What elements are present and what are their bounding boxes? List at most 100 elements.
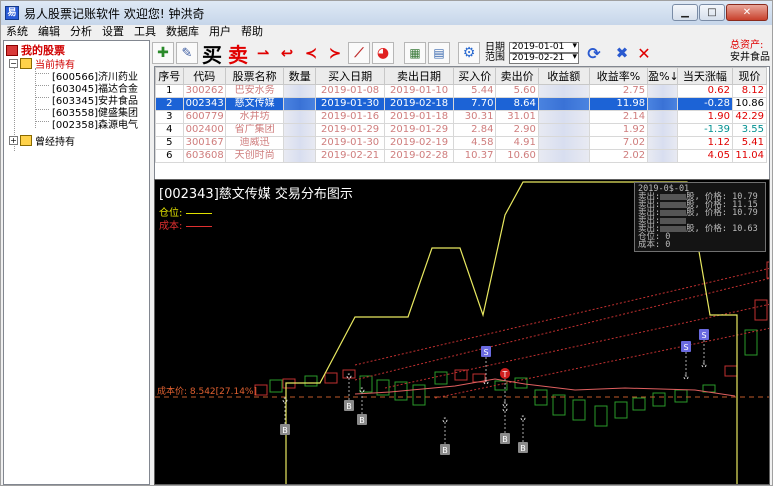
col-header[interactable]: 收益额 bbox=[537, 67, 590, 85]
date-to-select[interactable]: 2019-02-21 bbox=[509, 53, 579, 64]
title-bar[interactable]: 易 易人股票记账软件 欢迎您! 钟洪奇 ▁ □ ✕ bbox=[1, 1, 772, 25]
collapse-icon[interactable]: − bbox=[9, 59, 18, 68]
trade-info-box: 2019-0$-01 卖出: 股, 价格: 10.79 卖出: 股, 价格: 11.… bbox=[634, 182, 766, 252]
table-cell: 11.98 bbox=[588, 97, 649, 111]
sell-marker[interactable]: S bbox=[699, 329, 709, 340]
refresh-button[interactable]: ⟳ bbox=[583, 42, 605, 64]
import-button[interactable]: ▤ bbox=[428, 42, 450, 64]
table-cell: 5.44 bbox=[453, 84, 497, 98]
col-header[interactable]: 数量 bbox=[283, 67, 317, 85]
col-header[interactable]: 现价 bbox=[731, 67, 768, 85]
chevron-left-icon: ≺ bbox=[304, 44, 318, 62]
menu-help[interactable]: 帮助 bbox=[236, 25, 268, 39]
buy-marker[interactable]: B bbox=[500, 433, 510, 444]
table-cell bbox=[537, 97, 590, 111]
col-header[interactable]: 股票名称 bbox=[224, 67, 285, 85]
menu-system[interactable]: 系统 bbox=[1, 25, 33, 39]
table-cell bbox=[647, 123, 678, 137]
menu-edit[interactable]: 编辑 bbox=[33, 25, 65, 39]
portfolio-icon bbox=[6, 44, 18, 56]
col-header[interactable]: 买入价 bbox=[453, 67, 497, 85]
candlestick bbox=[674, 389, 688, 403]
next-stock-button[interactable]: ↩ bbox=[276, 42, 298, 64]
table-cell: 4.91 bbox=[495, 136, 539, 150]
col-header[interactable]: 序号 bbox=[155, 67, 184, 85]
stock-tree[interactable]: 我的股票 − 当前持有 [600566]济川药业 [603045]福达合金 [6… bbox=[3, 40, 150, 485]
delete-button[interactable]: ✕ bbox=[635, 42, 653, 64]
maximize-button[interactable]: □ bbox=[699, 4, 725, 21]
col-header[interactable]: 卖出价 bbox=[495, 67, 539, 85]
add-icon: ✚ bbox=[157, 45, 169, 61]
candlestick bbox=[572, 399, 586, 421]
table-row[interactable]: 5 300167 迪威迅 2019-01-30 2019-02-19 4.58 4.91 7.… bbox=[155, 136, 768, 150]
table-cell bbox=[283, 123, 317, 137]
table-cell: 4.05 bbox=[676, 149, 733, 163]
trade-distribution-chart[interactable]: [002343]慈文传媒 交易分布图示 仓位: 成本: B B B B B B … bbox=[154, 179, 770, 485]
candlestick bbox=[632, 397, 646, 411]
svg-text:B: B bbox=[359, 416, 365, 425]
table-row[interactable]: 3 600779 水井坊 2019-01-16 2019-01-18 30.31 31.01… bbox=[155, 110, 768, 124]
table-cell: 2.14 bbox=[588, 110, 649, 124]
col-header[interactable]: 卖出日期 bbox=[384, 67, 455, 85]
menu-database[interactable]: 数据库 bbox=[161, 25, 204, 39]
candlestick bbox=[652, 392, 666, 407]
table-cell: 2.84 bbox=[453, 123, 497, 137]
col-header[interactable]: 代码 bbox=[182, 67, 227, 85]
table-cell: 8.64 bbox=[495, 97, 539, 111]
table-cell: 4.58 bbox=[453, 136, 497, 150]
table-cell bbox=[537, 123, 590, 137]
table-icon: ▦ bbox=[409, 46, 421, 60]
candlestick bbox=[434, 371, 448, 385]
buy-marker[interactable]: B bbox=[280, 424, 290, 435]
table-cell: 10.86 bbox=[731, 97, 768, 111]
buy-button[interactable]: 买 bbox=[200, 42, 224, 67]
buy-marker[interactable]: B bbox=[518, 442, 528, 453]
sell-marker[interactable]: S bbox=[681, 341, 691, 352]
table-cell: 3 bbox=[155, 110, 184, 124]
table-row[interactable]: 1 300262 巴安水务 2019-01-08 2019-01-10 5.44 5.60 2… bbox=[155, 84, 768, 98]
buy-marker[interactable]: B bbox=[357, 414, 367, 425]
close-button[interactable]: ✕ bbox=[726, 4, 768, 21]
col-header[interactable]: 买入日期 bbox=[315, 67, 386, 85]
menu-user[interactable]: 用户 bbox=[204, 25, 236, 39]
pie-chart-button[interactable]: ◕ bbox=[372, 42, 394, 64]
sell-marker[interactable]: S bbox=[481, 346, 491, 357]
tree-node-past[interactable]: + 曾经持有 bbox=[9, 133, 75, 148]
buy-marker[interactable]: B bbox=[440, 444, 450, 455]
col-header[interactable]: 当天涨幅 bbox=[676, 67, 733, 85]
app-window: 易 易人股票记账软件 欢迎您! 钟洪奇 ▁ □ ✕ 系统 编辑 分析 设置 工具… bbox=[0, 0, 773, 486]
tools-button[interactable]: ✖ bbox=[611, 42, 633, 64]
buy-marker[interactable]: B bbox=[344, 400, 354, 411]
trade-marker[interactable]: T bbox=[500, 368, 510, 379]
expand-left-button[interactable]: ≺ bbox=[300, 42, 322, 64]
table-row[interactable]: 6 603608 天创时尚 2019-02-21 2019-02-28 10.37 10.6… bbox=[155, 149, 768, 163]
sell-button[interactable]: 卖 bbox=[226, 42, 250, 67]
menu-settings[interactable]: 设置 bbox=[97, 25, 129, 39]
export-button[interactable]: ▦ bbox=[404, 42, 426, 64]
total-value: 安井食品 bbox=[730, 52, 770, 63]
table-row[interactable]: 4 002400 省广集团 2019-01-29 2019-01-29 2.84 2.90 1… bbox=[155, 123, 768, 137]
prev-stock-button[interactable]: ⇀ bbox=[252, 42, 274, 64]
table-cell: -0.28 bbox=[676, 97, 733, 111]
menu-tools[interactable]: 工具 bbox=[129, 25, 161, 39]
col-header[interactable]: 盈%↓ bbox=[647, 67, 678, 85]
menu-analysis[interactable]: 分析 bbox=[65, 25, 97, 39]
table-cell: 8.12 bbox=[731, 84, 768, 98]
line-chart-button[interactable]: ⟋ bbox=[348, 42, 370, 64]
minimize-button[interactable]: ▁ bbox=[672, 4, 698, 21]
pie-chart-icon: ◕ bbox=[376, 45, 390, 61]
table-cell: 603608 bbox=[182, 149, 227, 163]
tree-item[interactable]: [002358]森源电气 bbox=[52, 116, 138, 131]
table-row[interactable]: 2 002343 慈文传媒 2019-01-30 2019-02-18 7.70 8.64 1… bbox=[155, 97, 768, 111]
svg-text:B: B bbox=[442, 446, 448, 455]
candlestick bbox=[359, 375, 373, 393]
date-from-select[interactable]: 2019-01-01 bbox=[509, 42, 579, 53]
col-header[interactable]: 收益率% bbox=[588, 67, 649, 85]
expand-icon[interactable]: + bbox=[9, 136, 18, 145]
table-cell: 2 bbox=[155, 97, 184, 111]
table-cell: 2019-02-19 bbox=[384, 136, 455, 150]
expand-right-button[interactable]: ≻ bbox=[324, 42, 346, 64]
settings-button[interactable]: ⚙ bbox=[458, 42, 480, 64]
add-record-button[interactable]: ✚ bbox=[152, 42, 174, 64]
edit-record-button[interactable]: ✎ bbox=[176, 42, 198, 64]
